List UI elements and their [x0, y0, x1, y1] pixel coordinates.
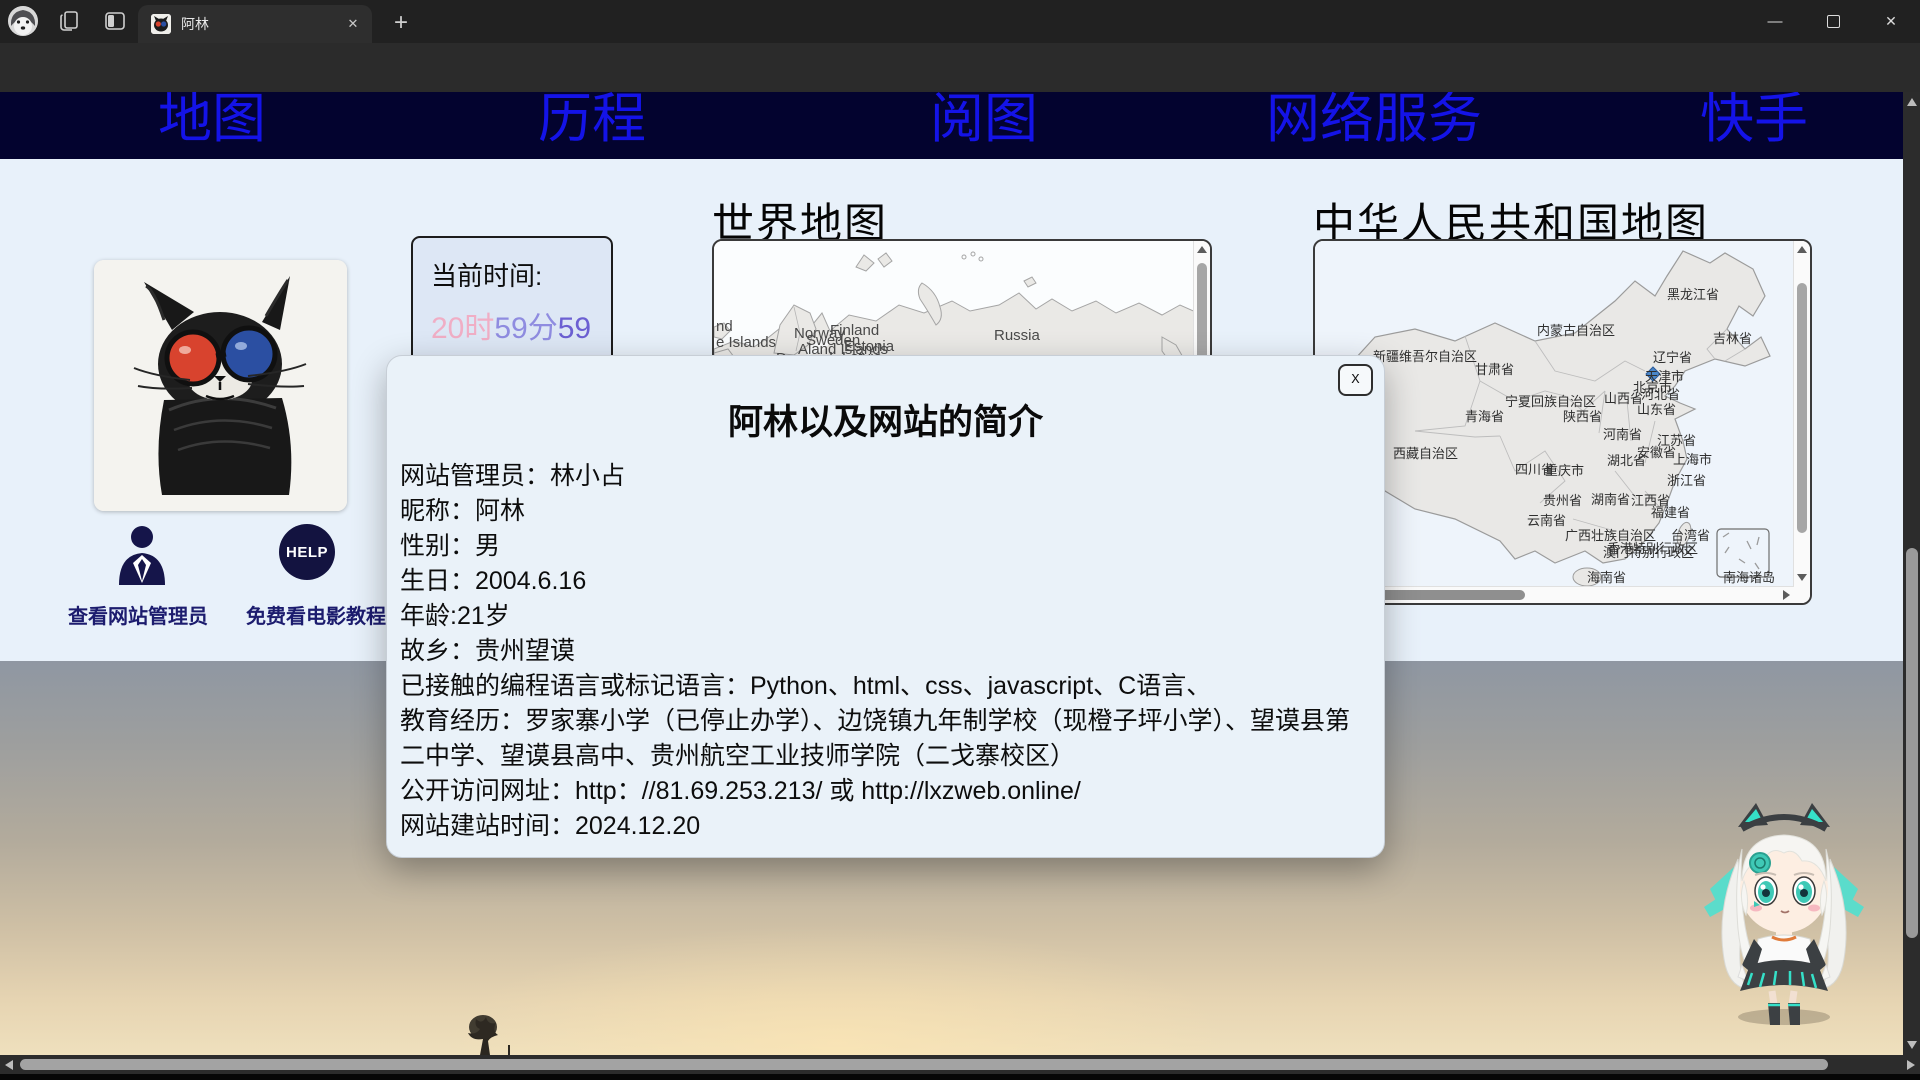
map-label: 吉林省: [1713, 331, 1752, 346]
map-label: 湖北省: [1607, 453, 1646, 468]
map-label: Russia: [994, 327, 1041, 344]
page-scroll-up-arrow[interactable]: [1907, 98, 1917, 106]
map-label: 陕西省: [1563, 409, 1602, 424]
modal-line: 已接触的编程语言或标记语言：Python、html、css、javascript…: [400, 669, 1366, 704]
map-label: 山东省: [1637, 402, 1676, 417]
nav-link-kuaishou[interactable]: 快手: [1700, 92, 1808, 153]
workspaces-icon[interactable]: [58, 9, 82, 38]
page-scroll-right-arrow[interactable]: [1907, 1060, 1915, 1070]
modal-title: 阿林以及网站的简介: [387, 394, 1384, 445]
page-vertical-scrollbar[interactable]: [1903, 92, 1920, 1055]
tab-favicon-cat: [151, 14, 171, 34]
page-hscroll-thumb[interactable]: [20, 1059, 1828, 1070]
map-label: 黑龙江省: [1667, 287, 1719, 302]
tab-title: 阿林: [181, 14, 340, 34]
map-label: 宁夏回族自治区: [1505, 394, 1596, 409]
page-scroll-down-arrow[interactable]: [1907, 1041, 1917, 1049]
modal-line: 昵称：阿林: [400, 494, 1366, 529]
admin-person-icon[interactable]: [116, 525, 168, 590]
map-label: 贵州省: [1543, 493, 1582, 508]
browser-toolbar: i 127.0.0.1:5500/网页设计/81.69.253.213(2025…: [0, 43, 1920, 92]
nav-link-gallery[interactable]: 阅图: [930, 92, 1038, 153]
clock-hour: 20时: [431, 312, 494, 345]
map-label: 南海诸岛: [1723, 570, 1775, 585]
page-scroll-left-arrow[interactable]: [5, 1060, 13, 1070]
map-label: e Islands: [716, 334, 776, 351]
map-label: 河北省: [1641, 387, 1680, 402]
map-label: 青海省: [1465, 409, 1504, 424]
modal-line: 网站建站时间：2024.12.20: [400, 809, 1366, 844]
minimize-button[interactable]: —: [1746, 0, 1804, 42]
page-horizontal-scrollbar[interactable]: [0, 1055, 1920, 1074]
china-map-horizontal-scrollbar[interactable]: [1315, 586, 1794, 603]
map-label: nd: [716, 318, 733, 335]
site-navbar: 地图 历程 阅图 网络服务 快手: [0, 92, 1903, 159]
admin-link[interactable]: 查看网站管理员: [68, 600, 208, 629]
page-vscroll-thumb[interactable]: [1906, 548, 1918, 938]
map-label: 浙江省: [1667, 473, 1706, 488]
scroll-up-arrow[interactable]: [1197, 246, 1207, 253]
modal-line: 性别：男: [400, 529, 1366, 564]
scroll-right-arrow[interactable]: [1783, 590, 1790, 600]
map-label: 云南省: [1527, 513, 1566, 528]
map-label: 海南省: [1587, 570, 1626, 585]
browser-titlebar: 阿林 ✕ + — ✕: [0, 0, 1920, 43]
map-label: 西藏自治区: [1393, 446, 1458, 461]
map-label: 新疆维吾尔自治区: [1373, 349, 1477, 364]
scroll-up-arrow[interactable]: [1797, 246, 1807, 253]
china-map-vertical-scrollbar[interactable]: [1793, 241, 1810, 603]
husky-avatar-image: [8, 6, 38, 36]
help-icon[interactable]: HELP: [279, 524, 335, 580]
modal-line: 网站管理员：林小占: [400, 459, 1366, 494]
nav-link-history[interactable]: 历程: [538, 92, 646, 153]
cat-portrait-image: [94, 260, 347, 511]
bottom-edge-strip: [0, 1074, 1920, 1080]
scroll-down-arrow[interactable]: [1797, 574, 1807, 581]
china-map-svg: 黑龙江省内蒙古自治区吉林省新疆维吾尔自治区辽宁省甘肃省天津市北京市河北省宁夏回族…: [1315, 241, 1798, 591]
help-badge-text: HELP: [286, 544, 328, 561]
china-map-scroll-thumb[interactable]: [1797, 283, 1807, 533]
china-map-box[interactable]: 黑龙江省内蒙古自治区吉林省新疆维吾尔自治区辽宁省甘肃省天津市北京市河北省宁夏回族…: [1313, 239, 1812, 605]
tab-layout-icon[interactable]: [104, 10, 126, 37]
nav-link-services[interactable]: 网络服务: [1266, 92, 1482, 153]
modal-close-button[interactable]: X: [1338, 364, 1373, 396]
map-label: 湖南省: [1591, 492, 1630, 507]
modal-line: 故乡：贵州望谟: [400, 634, 1366, 669]
map-label: 福建省: [1651, 505, 1690, 520]
modal-line: 生日：2004.6.16: [400, 564, 1366, 599]
map-label: 河南省: [1603, 427, 1642, 442]
live2d-mascot-widget[interactable]: [1698, 789, 1870, 1036]
map-label: 上海市: [1673, 452, 1712, 467]
intro-modal: X 阿林以及网站的简介 网站管理员：林小占昵称：阿林性别：男生日：2004.6.…: [386, 355, 1385, 858]
map-label: 甘肃省: [1475, 362, 1514, 377]
clock-label: 当前时间:: [431, 256, 611, 293]
map-label: 澳门特别行政区: [1603, 545, 1694, 560]
map-label: 重庆市: [1545, 463, 1584, 478]
nav-link-map[interactable]: 地图: [158, 92, 266, 153]
movie-tutorial-link[interactable]: 免费看电影教程: [246, 600, 386, 629]
modal-body: 网站管理员：林小占昵称：阿林性别：男生日：2004.6.16年龄:21岁故乡：贵…: [400, 459, 1366, 844]
modal-line: 年龄:21岁: [400, 599, 1366, 634]
modal-line: 公开访问网址：http：//81.69.253.213/ 或 http://lx…: [400, 774, 1366, 809]
profile-avatar[interactable]: [8, 6, 38, 36]
map-label: 辽宁省: [1653, 350, 1692, 365]
new-tab-button[interactable]: +: [386, 8, 416, 38]
map-label: 内蒙古自治区: [1537, 323, 1615, 338]
page-viewport: 地图 历程 阅图 网络服务 快手: [0, 92, 1903, 1055]
tree-silhouette: [450, 1009, 516, 1055]
tab-close-icon[interactable]: ✕: [340, 11, 366, 37]
close-window-button[interactable]: ✕: [1862, 0, 1920, 42]
clock-minute: 59分: [494, 312, 557, 345]
maximize-button[interactable]: [1804, 0, 1862, 42]
modal-line: 教育经历：罗家寨小学（已停止办学）、边饶镇九年制学校（现橙子坪小学）、望谟县第二…: [400, 704, 1366, 774]
browser-tab[interactable]: 阿林 ✕: [138, 5, 372, 43]
